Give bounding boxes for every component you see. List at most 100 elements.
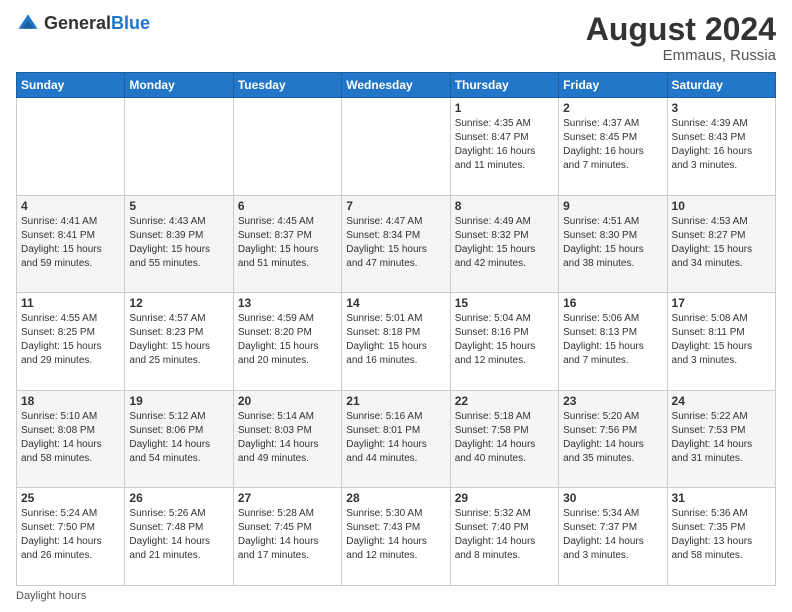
daylight-info: Daylight: 15 hours and 12 minutes. — [455, 341, 536, 366]
calendar-week-row: 18 Sunrise: 5:10 AM Sunset: 8:08 PM Dayl… — [17, 390, 776, 488]
sunrise-label: Sunrise: 5:28 AM — [238, 508, 314, 519]
day-info: Sunrise: 4:47 AM Sunset: 8:34 PM Dayligh… — [346, 215, 445, 271]
sunrise-label: Sunrise: 4:35 AM — [455, 118, 531, 129]
day-number: 21 — [346, 394, 445, 408]
sunrise-label: Sunrise: 4:37 AM — [563, 118, 639, 129]
sunrise-label: Sunrise: 4:51 AM — [563, 216, 639, 227]
sunrise-label: Sunrise: 5:12 AM — [129, 411, 205, 422]
sunrise-label: Sunrise: 5:20 AM — [563, 411, 639, 422]
sunset-label: Sunset: 8:34 PM — [346, 230, 420, 241]
sunset-label: Sunset: 8:25 PM — [21, 327, 95, 338]
table-row: 5 Sunrise: 4:43 AM Sunset: 8:39 PM Dayli… — [125, 195, 233, 293]
table-row: 14 Sunrise: 5:01 AM Sunset: 8:18 PM Dayl… — [342, 293, 450, 391]
sunset-label: Sunset: 7:40 PM — [455, 522, 529, 533]
day-info: Sunrise: 5:16 AM Sunset: 8:01 PM Dayligh… — [346, 410, 445, 466]
day-info: Sunrise: 5:18 AM Sunset: 7:58 PM Dayligh… — [455, 410, 554, 466]
sunset-label: Sunset: 8:37 PM — [238, 230, 312, 241]
day-info: Sunrise: 4:53 AM Sunset: 8:27 PM Dayligh… — [672, 215, 771, 271]
day-number: 15 — [455, 296, 554, 310]
day-info: Sunrise: 4:49 AM Sunset: 8:32 PM Dayligh… — [455, 215, 554, 271]
col-monday: Monday — [125, 73, 233, 98]
table-row: 26 Sunrise: 5:26 AM Sunset: 7:48 PM Dayl… — [125, 488, 233, 586]
daylight-info: Daylight: 15 hours and 34 minutes. — [672, 244, 753, 269]
month-year: August 2024 — [586, 12, 776, 47]
day-info: Sunrise: 4:43 AM Sunset: 8:39 PM Dayligh… — [129, 215, 228, 271]
day-info: Sunrise: 4:41 AM Sunset: 8:41 PM Dayligh… — [21, 215, 120, 271]
day-info: Sunrise: 4:35 AM Sunset: 8:47 PM Dayligh… — [455, 117, 554, 173]
day-number: 11 — [21, 296, 120, 310]
sunset-label: Sunset: 8:39 PM — [129, 230, 203, 241]
sunset-label: Sunset: 7:48 PM — [129, 522, 203, 533]
sunrise-label: Sunrise: 4:47 AM — [346, 216, 422, 227]
sunset-label: Sunset: 7:37 PM — [563, 522, 637, 533]
daylight-info: Daylight: 14 hours and 8 minutes. — [455, 536, 536, 561]
daylight-info: Daylight: 14 hours and 21 minutes. — [129, 536, 210, 561]
col-friday: Friday — [559, 73, 667, 98]
table-row: 24 Sunrise: 5:22 AM Sunset: 7:53 PM Dayl… — [667, 390, 775, 488]
sunrise-label: Sunrise: 5:18 AM — [455, 411, 531, 422]
day-info: Sunrise: 5:04 AM Sunset: 8:16 PM Dayligh… — [455, 312, 554, 368]
table-row: 7 Sunrise: 4:47 AM Sunset: 8:34 PM Dayli… — [342, 195, 450, 293]
table-row: 21 Sunrise: 5:16 AM Sunset: 8:01 PM Dayl… — [342, 390, 450, 488]
col-wednesday: Wednesday — [342, 73, 450, 98]
sunrise-label: Sunrise: 5:08 AM — [672, 313, 748, 324]
sunrise-label: Sunrise: 4:41 AM — [21, 216, 97, 227]
day-info: Sunrise: 5:12 AM Sunset: 8:06 PM Dayligh… — [129, 410, 228, 466]
daylight-info: Daylight: 15 hours and 51 minutes. — [238, 244, 319, 269]
day-number: 30 — [563, 491, 662, 505]
sunrise-label: Sunrise: 5:01 AM — [346, 313, 422, 324]
sunset-label: Sunset: 7:35 PM — [672, 522, 746, 533]
day-info: Sunrise: 4:59 AM Sunset: 8:20 PM Dayligh… — [238, 312, 337, 368]
table-row: 22 Sunrise: 5:18 AM Sunset: 7:58 PM Dayl… — [450, 390, 558, 488]
day-number: 29 — [455, 491, 554, 505]
daylight-info: Daylight: 15 hours and 42 minutes. — [455, 244, 536, 269]
day-number: 5 — [129, 199, 228, 213]
col-tuesday: Tuesday — [233, 73, 341, 98]
day-number: 1 — [455, 101, 554, 115]
sunrise-label: Sunrise: 5:32 AM — [455, 508, 531, 519]
logo-general: General — [44, 13, 111, 33]
day-info: Sunrise: 4:57 AM Sunset: 8:23 PM Dayligh… — [129, 312, 228, 368]
sunrise-label: Sunrise: 5:34 AM — [563, 508, 639, 519]
sunrise-label: Sunrise: 5:16 AM — [346, 411, 422, 422]
sunset-label: Sunset: 8:06 PM — [129, 425, 203, 436]
day-info: Sunrise: 5:32 AM Sunset: 7:40 PM Dayligh… — [455, 507, 554, 563]
day-info: Sunrise: 5:34 AM Sunset: 7:37 PM Dayligh… — [563, 507, 662, 563]
sunset-label: Sunset: 8:43 PM — [672, 132, 746, 143]
logo-text: GeneralBlue — [44, 14, 150, 34]
sunrise-label: Sunrise: 4:39 AM — [672, 118, 748, 129]
sunrise-label: Sunrise: 4:55 AM — [21, 313, 97, 324]
daylight-info: Daylight: 14 hours and 54 minutes. — [129, 439, 210, 464]
daylight-info: Daylight: 15 hours and 16 minutes. — [346, 341, 427, 366]
sunrise-label: Sunrise: 5:30 AM — [346, 508, 422, 519]
sunrise-label: Sunrise: 4:43 AM — [129, 216, 205, 227]
sunset-label: Sunset: 8:08 PM — [21, 425, 95, 436]
sunrise-label: Sunrise: 5:36 AM — [672, 508, 748, 519]
daylight-info: Daylight: 14 hours and 17 minutes. — [238, 536, 319, 561]
day-number: 19 — [129, 394, 228, 408]
table-row: 30 Sunrise: 5:34 AM Sunset: 7:37 PM Dayl… — [559, 488, 667, 586]
day-info: Sunrise: 5:06 AM Sunset: 8:13 PM Dayligh… — [563, 312, 662, 368]
table-row: 17 Sunrise: 5:08 AM Sunset: 8:11 PM Dayl… — [667, 293, 775, 391]
sunrise-label: Sunrise: 5:06 AM — [563, 313, 639, 324]
daylight-info: Daylight: 13 hours and 58 minutes. — [672, 536, 753, 561]
day-number: 7 — [346, 199, 445, 213]
table-row: 6 Sunrise: 4:45 AM Sunset: 8:37 PM Dayli… — [233, 195, 341, 293]
table-row: 10 Sunrise: 4:53 AM Sunset: 8:27 PM Dayl… — [667, 195, 775, 293]
calendar-header-row: Sunday Monday Tuesday Wednesday Thursday… — [17, 73, 776, 98]
day-info: Sunrise: 5:26 AM Sunset: 7:48 PM Dayligh… — [129, 507, 228, 563]
daylight-info: Daylight: 14 hours and 44 minutes. — [346, 439, 427, 464]
table-row: 31 Sunrise: 5:36 AM Sunset: 7:35 PM Dayl… — [667, 488, 775, 586]
day-info: Sunrise: 5:36 AM Sunset: 7:35 PM Dayligh… — [672, 507, 771, 563]
sunset-label: Sunset: 8:20 PM — [238, 327, 312, 338]
daylight-info: Daylight: 14 hours and 12 minutes. — [346, 536, 427, 561]
sunrise-label: Sunrise: 4:45 AM — [238, 216, 314, 227]
sunset-label: Sunset: 8:16 PM — [455, 327, 529, 338]
daylight-info: Daylight: 15 hours and 20 minutes. — [238, 341, 319, 366]
daylight-info: Daylight: 14 hours and 40 minutes. — [455, 439, 536, 464]
day-number: 12 — [129, 296, 228, 310]
sunset-label: Sunset: 8:41 PM — [21, 230, 95, 241]
title-block: August 2024 Emmaus, Russia — [586, 12, 776, 64]
table-row: 3 Sunrise: 4:39 AM Sunset: 8:43 PM Dayli… — [667, 98, 775, 196]
daylight-info: Daylight: 15 hours and 3 minutes. — [672, 341, 753, 366]
